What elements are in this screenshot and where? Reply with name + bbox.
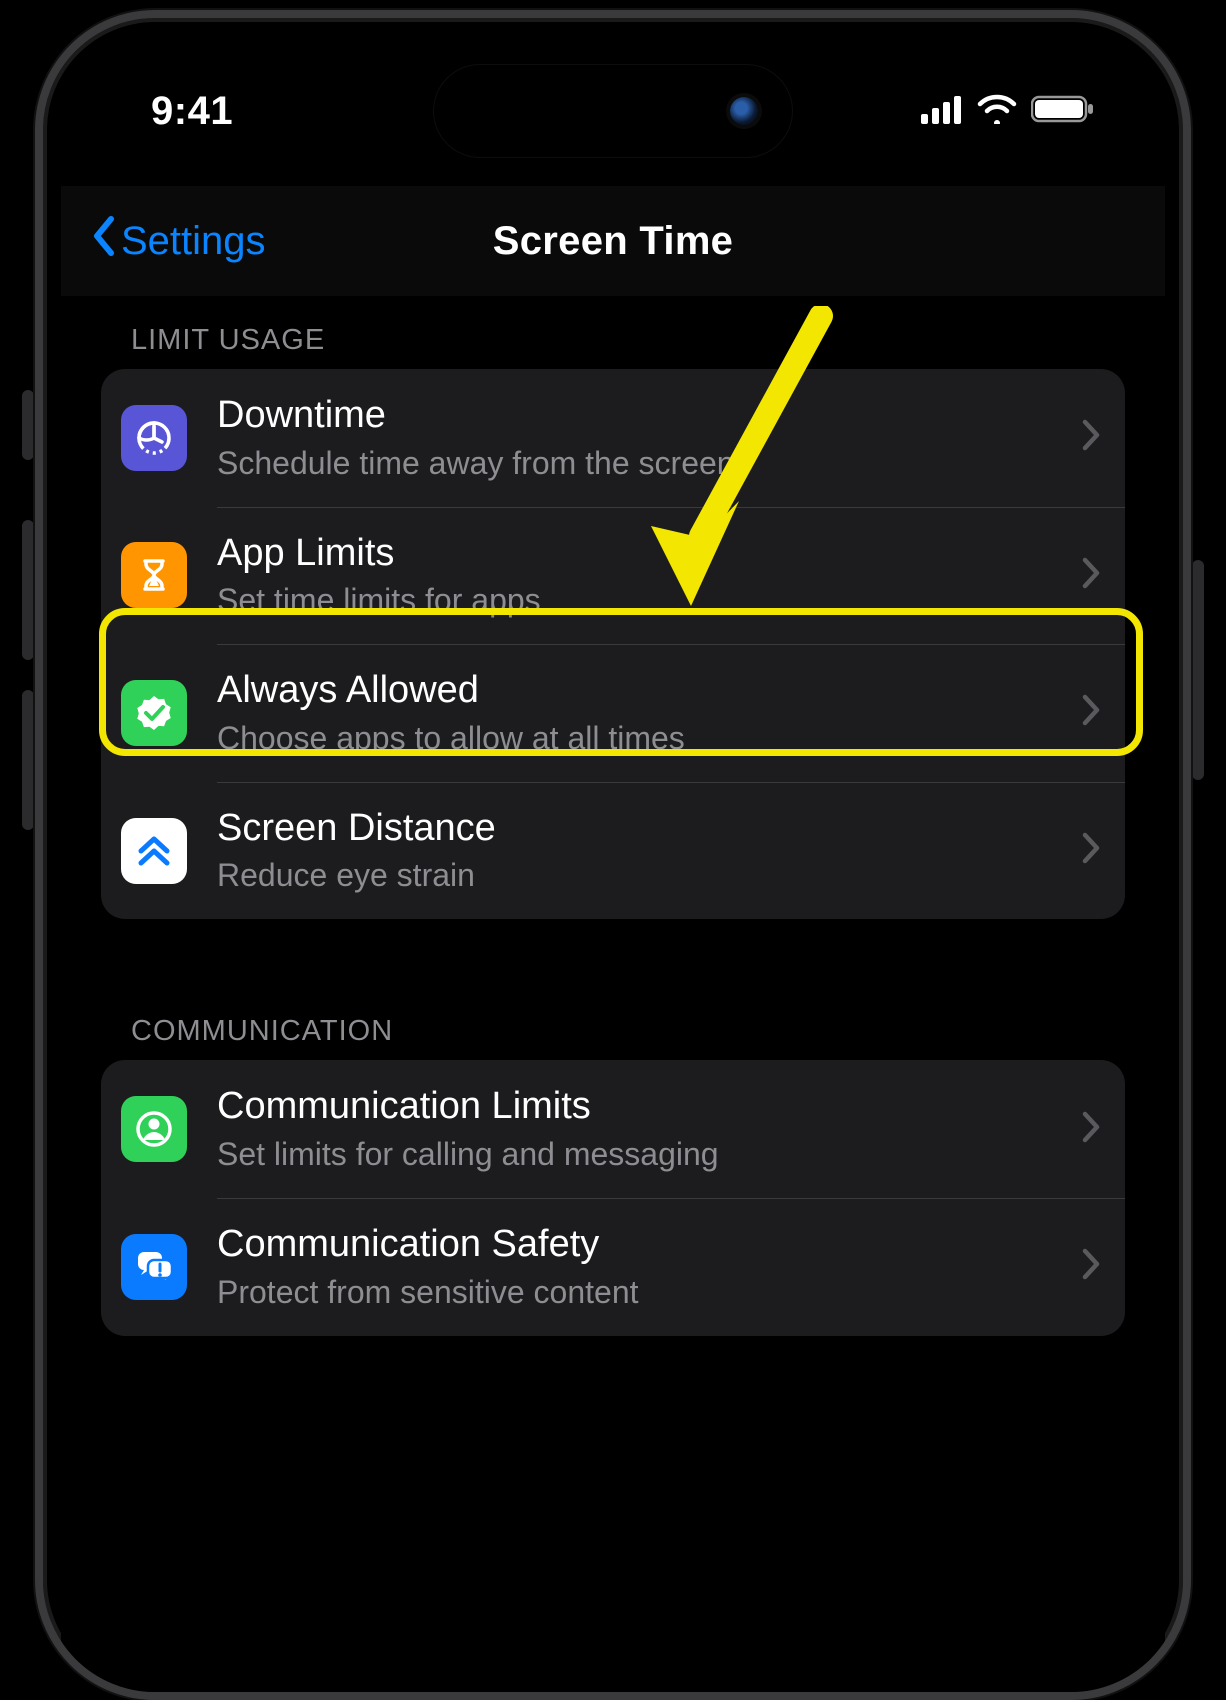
row-subtitle: Schedule time away from the screen	[217, 443, 1071, 483]
row-downtime[interactable]: Downtime Schedule time away from the scr…	[101, 369, 1125, 507]
phone-power-button	[1192, 560, 1204, 780]
phone-screen: 9:41	[61, 36, 1165, 1692]
row-title: Downtime	[217, 393, 1071, 439]
phone-mute-switch	[22, 390, 34, 460]
hourglass-icon	[121, 542, 187, 608]
row-subtitle: Reduce eye strain	[217, 855, 1071, 895]
section-header-limit-usage: LIMIT USAGE	[131, 324, 1125, 357]
group-limit-usage: Downtime Schedule time away from the scr…	[101, 369, 1125, 919]
back-button[interactable]: Settings	[61, 215, 266, 267]
row-title: Communication Limits	[217, 1084, 1071, 1130]
row-screen-distance[interactable]: Screen Distance Reduce eye strain	[101, 782, 1125, 920]
phone-volume-up	[22, 520, 34, 660]
row-subtitle: Set time limits for apps	[217, 580, 1071, 620]
chat-bubbles-alert-icon	[121, 1234, 187, 1300]
chevron-right-icon	[1081, 1110, 1101, 1149]
status-time: 9:41	[151, 89, 233, 134]
wifi-icon	[977, 89, 1017, 134]
row-title: Screen Distance	[217, 806, 1071, 852]
row-communication-limits[interactable]: Communication Limits Set limits for call…	[101, 1060, 1125, 1198]
chevron-right-icon	[1081, 693, 1101, 732]
cellular-signal-icon	[921, 89, 963, 134]
downtime-icon	[121, 405, 187, 471]
row-title: App Limits	[217, 531, 1071, 577]
row-communication-safety[interactable]: Communication Safety Protect from sensit…	[101, 1198, 1125, 1336]
row-subtitle: Choose apps to allow at all times	[217, 718, 1071, 758]
group-communication: Communication Limits Set limits for call…	[101, 1060, 1125, 1335]
chevron-left-icon	[89, 215, 119, 267]
chevron-right-icon	[1081, 1247, 1101, 1286]
row-subtitle: Protect from sensitive content	[217, 1272, 1071, 1312]
phone-volume-down	[22, 690, 34, 830]
section-header-communication: COMMUNICATION	[131, 1015, 1125, 1048]
chevron-right-icon	[1081, 556, 1101, 595]
status-bar: 9:41	[61, 66, 1165, 156]
person-circle-icon	[121, 1096, 187, 1162]
row-app-limits[interactable]: App Limits Set time limits for apps	[101, 507, 1125, 645]
row-always-allowed[interactable]: Always Allowed Choose apps to allow at a…	[101, 644, 1125, 782]
chevron-right-icon	[1081, 831, 1101, 870]
seal-check-icon	[121, 680, 187, 746]
phone-frame: 9:41	[35, 10, 1191, 1700]
row-title: Communication Safety	[217, 1222, 1071, 1268]
back-label: Settings	[121, 219, 266, 264]
nav-bar: Settings Screen Time	[61, 186, 1165, 296]
row-subtitle: Set limits for calling and messaging	[217, 1134, 1071, 1174]
row-title: Always Allowed	[217, 668, 1071, 714]
content-scroll[interactable]: LIMIT USAGE Downtime Sch	[61, 296, 1165, 1692]
double-chevron-up-icon	[121, 818, 187, 884]
page-title: Screen Time	[493, 219, 733, 264]
chevron-right-icon	[1081, 418, 1101, 457]
battery-icon	[1031, 89, 1095, 134]
